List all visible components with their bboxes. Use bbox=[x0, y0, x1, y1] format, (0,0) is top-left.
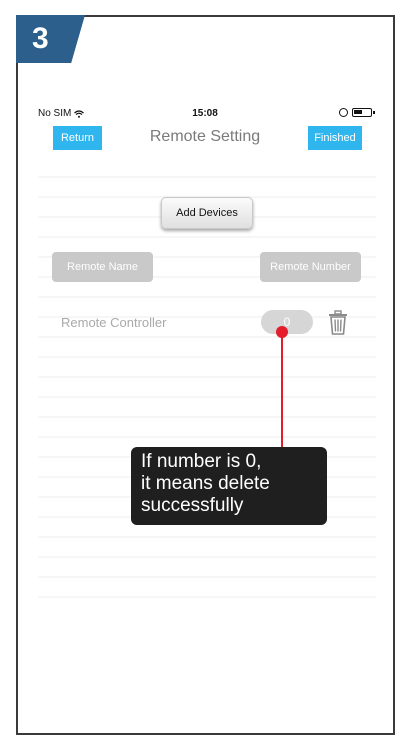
finished-button[interactable]: Finished bbox=[308, 126, 362, 150]
battery-icon bbox=[352, 108, 375, 117]
remote-controller-label: Remote Controller bbox=[61, 315, 167, 330]
nav-bar: Return Remote Setting Finished bbox=[38, 126, 372, 152]
lock-rotation-icon bbox=[339, 108, 348, 117]
status-bar: No SIM 15:08 bbox=[38, 108, 375, 122]
callout-line-1: If number is 0, bbox=[141, 451, 262, 472]
status-right bbox=[339, 108, 375, 117]
status-time: 15:08 bbox=[192, 108, 218, 119]
callout-line-2: it means delete bbox=[141, 473, 270, 494]
remote-name-button[interactable]: Remote Name bbox=[52, 252, 153, 282]
callout-pointer-line bbox=[281, 334, 283, 448]
callout-line-3: successfully bbox=[141, 495, 244, 516]
callout-box: If number is 0, it means delete successf… bbox=[131, 447, 327, 525]
remote-number-button[interactable]: Remote Number bbox=[260, 252, 361, 282]
trash-icon[interactable] bbox=[327, 310, 349, 336]
step-number: 3 bbox=[32, 22, 49, 55]
add-devices-button[interactable]: Add Devices bbox=[161, 197, 253, 229]
